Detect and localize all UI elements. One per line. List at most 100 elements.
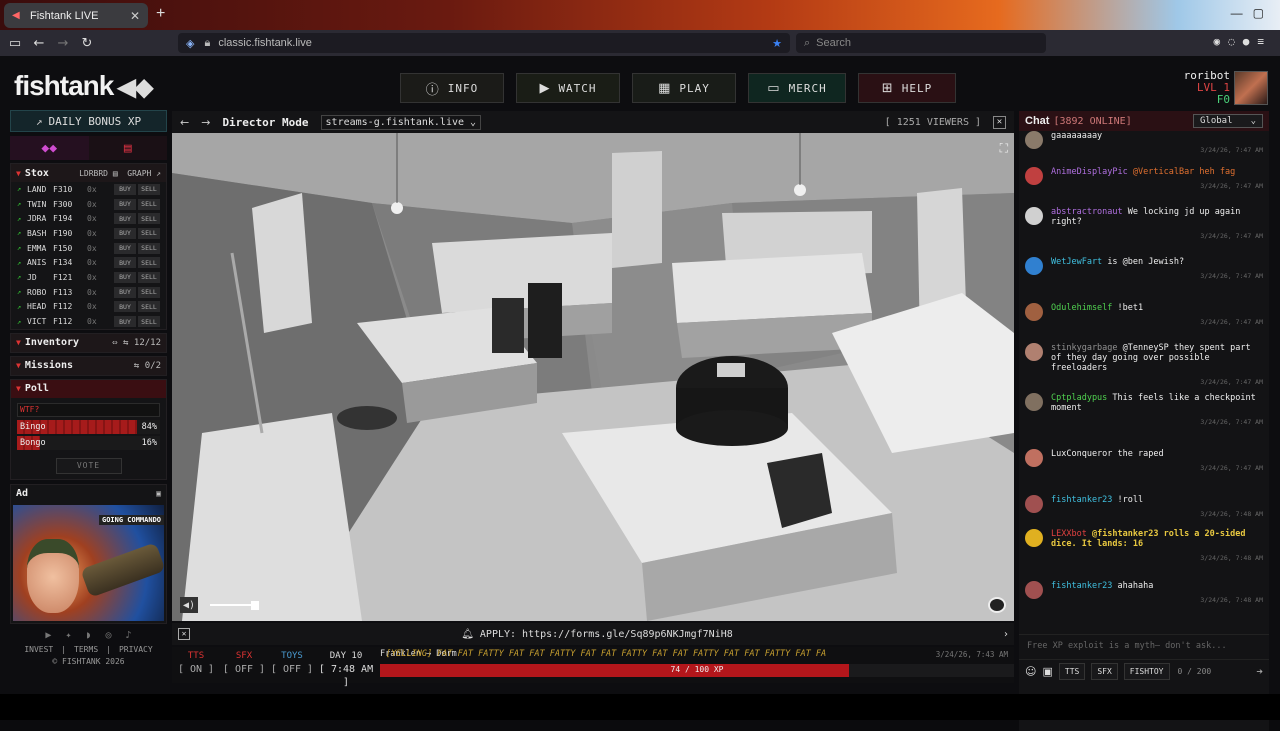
watch-button[interactable]: ▶ WATCH bbox=[516, 73, 620, 103]
new-tab-button[interactable]: + bbox=[156, 5, 165, 23]
chat-avatar[interactable] bbox=[1025, 529, 1043, 547]
tts-toggle[interactable]: TTS [ ON ] bbox=[172, 647, 220, 683]
chat-username[interactable]: fishtanker23 bbox=[1051, 581, 1112, 591]
privacy-link[interactable]: PRIVACY bbox=[119, 645, 153, 654]
youtube-icon[interactable]: ▶ bbox=[45, 630, 51, 641]
poll-option-bongo[interactable]: Bongo 16% bbox=[17, 435, 160, 450]
sell-button[interactable]: SELL bbox=[138, 301, 160, 313]
url-bar[interactable]: ◈ 🔒︎ classic.fishtank.live ★ bbox=[178, 33, 790, 53]
chat-avatar[interactable] bbox=[1025, 131, 1043, 149]
missions-header[interactable]: ▼ Missions ⇆ 0/2 bbox=[11, 356, 166, 375]
chat-avatar[interactable] bbox=[1025, 449, 1043, 467]
forward-arrow-icon[interactable]: → bbox=[201, 116, 210, 129]
browser-tab[interactable]: ◀ Fishtank LIVE ✕ bbox=[4, 3, 148, 28]
sfx-toggle[interactable]: SFX [ OFF ] bbox=[220, 647, 268, 683]
sell-button[interactable]: SELL bbox=[138, 286, 160, 298]
chat-avatar[interactable] bbox=[1025, 343, 1043, 361]
user-info[interactable]: roribot LVL 1 F0 bbox=[1184, 70, 1230, 106]
sell-button[interactable]: SELL bbox=[138, 242, 160, 254]
chat-avatar[interactable] bbox=[1025, 167, 1043, 185]
tab-gamepad[interactable]: ◆◆ bbox=[10, 136, 89, 160]
close-banner-icon[interactable]: ✕ bbox=[178, 628, 190, 640]
daily-bonus-button[interactable]: ↗ DAILY BONUS XP bbox=[10, 110, 167, 132]
chat-input[interactable]: Free XP exploit is a myth— don't ask... bbox=[1019, 634, 1269, 656]
twitter-icon[interactable]: ✦ bbox=[65, 630, 71, 641]
play-button[interactable]: ▦ PLAY bbox=[632, 73, 736, 103]
info-button[interactable]: ⓘ INFO bbox=[400, 73, 504, 103]
discord-icon[interactable]: ◗ bbox=[85, 630, 91, 641]
chat-avatar[interactable] bbox=[1025, 257, 1043, 275]
chat-username[interactable]: Odulehimself bbox=[1051, 303, 1112, 313]
chat-avatar[interactable] bbox=[1025, 393, 1043, 411]
close-tab-icon[interactable]: ✕ bbox=[130, 9, 140, 23]
back-arrow-icon[interactable]: ← bbox=[180, 116, 189, 129]
buy-button[interactable]: BUY bbox=[114, 257, 136, 269]
buy-button[interactable]: BUY bbox=[114, 286, 136, 298]
buy-button[interactable]: BUY bbox=[114, 242, 136, 254]
user-avatar[interactable] bbox=[1234, 71, 1268, 105]
chat-avatar[interactable] bbox=[1025, 207, 1043, 225]
leaderboard-button[interactable]: LDRBRD ▤ GRAPH ↗ bbox=[79, 169, 161, 178]
buy-button[interactable]: BUY bbox=[114, 227, 136, 239]
missions-panel[interactable]: ▼ Missions ⇆ 0/2 bbox=[10, 355, 167, 376]
apply-text[interactable]: APPLY: https://forms.gle/Sq89p6NKJmgf7Ni… bbox=[480, 629, 733, 640]
volume-slider-track[interactable] bbox=[210, 604, 255, 606]
reload-icon[interactable]: ↻ bbox=[78, 34, 96, 52]
chat-username[interactable]: LEXXbot bbox=[1051, 529, 1087, 539]
buy-button[interactable]: BUY bbox=[114, 213, 136, 225]
inventory-panel[interactable]: ▼ Inventory ⇔ ⇆ 12/12 bbox=[10, 332, 167, 353]
buy-button[interactable]: BUY bbox=[114, 316, 136, 328]
bookmark-star-icon[interactable]: ★ bbox=[772, 37, 782, 50]
ad-image[interactable]: GOING COMMANDO bbox=[13, 504, 164, 621]
buy-button[interactable]: BUY bbox=[114, 198, 136, 210]
sfx-button[interactable]: SFX bbox=[1091, 663, 1118, 680]
ad-expand-icon[interactable]: ▣ bbox=[156, 489, 161, 498]
chat-avatar[interactable] bbox=[1025, 495, 1043, 513]
buy-button[interactable]: BUY bbox=[114, 301, 136, 313]
terms-link[interactable]: TERMS bbox=[74, 645, 98, 654]
emoji-icon[interactable]: ☺ bbox=[1025, 665, 1036, 678]
record-icon[interactable] bbox=[988, 597, 1006, 613]
tiktok-icon[interactable]: ♪ bbox=[126, 630, 132, 641]
help-button[interactable]: ⊞ HELP bbox=[858, 73, 956, 103]
vote-button[interactable]: VOTE bbox=[55, 457, 122, 474]
forward-icon[interactable]: → bbox=[54, 34, 72, 52]
volume-slider-knob[interactable] bbox=[251, 601, 259, 610]
tab-store[interactable]: ▤ bbox=[88, 136, 167, 160]
window-controls[interactable]: —▢ bbox=[1231, 6, 1274, 20]
item-icon[interactable]: ▣ bbox=[1042, 665, 1052, 678]
volume-icon[interactable]: ◀) bbox=[180, 597, 198, 613]
extensions-area[interactable]: ◉◌●≡ bbox=[1214, 35, 1273, 48]
sell-button[interactable]: SELL bbox=[138, 257, 160, 269]
chat-username[interactable]: abstractronaut bbox=[1051, 207, 1123, 217]
sell-button[interactable]: SELL bbox=[138, 198, 160, 210]
chat-username[interactable]: fishtanker23 bbox=[1051, 495, 1112, 505]
buy-button[interactable]: BUY bbox=[114, 183, 136, 195]
chat-avatar[interactable] bbox=[1025, 581, 1043, 599]
inventory-header[interactable]: ▼ Inventory ⇔ ⇆ 12/12 bbox=[11, 333, 166, 352]
video-feed[interactable]: ⛶ ◀) bbox=[172, 133, 1014, 621]
chat-username[interactable]: Cptpladypus bbox=[1051, 393, 1107, 403]
stox-header[interactable]: ▼ Stox LDRBRD ▤ GRAPH ↗ bbox=[11, 164, 166, 182]
chat-username[interactable]: LuxConqueror bbox=[1051, 449, 1112, 459]
sell-button[interactable]: SELL bbox=[138, 213, 160, 225]
instagram-icon[interactable]: ◎ bbox=[106, 630, 112, 641]
sell-button[interactable]: SELL bbox=[138, 271, 160, 283]
sell-button[interactable]: SELL bbox=[138, 316, 160, 328]
sidebar-toggle-icon[interactable]: ▭ bbox=[6, 34, 24, 52]
chat-avatar[interactable] bbox=[1025, 303, 1043, 321]
chevron-right-icon[interactable]: › bbox=[1004, 629, 1008, 640]
search-bar[interactable]: ⌕ Search bbox=[796, 33, 1046, 53]
chat-username[interactable]: WetJewFart bbox=[1051, 257, 1102, 267]
invest-link[interactable]: INVEST bbox=[24, 645, 53, 654]
merch-button[interactable]: ▭ MERCH bbox=[748, 73, 846, 103]
room-select[interactable]: Global ⌄ bbox=[1193, 114, 1263, 128]
toys-toggle[interactable]: TOYS [ OFF ] bbox=[268, 647, 316, 683]
chat-username[interactable]: stinkygarbage bbox=[1051, 343, 1118, 353]
sell-button[interactable]: SELL bbox=[138, 227, 160, 239]
stream-select[interactable]: streams-g.fishtank.live ⌄ bbox=[320, 114, 482, 130]
fishtank-logo[interactable]: fishtank ◀◆ bbox=[14, 70, 153, 102]
tts-button[interactable]: TTS bbox=[1058, 663, 1086, 680]
apply-banner[interactable]: ✕ 🔔︎ APPLY: https://forms.gle/Sq89p6NKJmg… bbox=[172, 623, 1014, 645]
send-icon[interactable]: ➔ bbox=[1256, 665, 1263, 678]
